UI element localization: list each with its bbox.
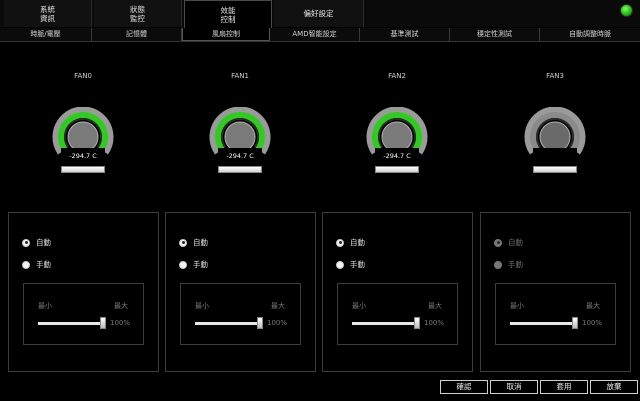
slider-handle[interactable] bbox=[572, 317, 578, 329]
fan-label: FAN2 bbox=[388, 72, 406, 80]
slider-track[interactable] bbox=[510, 322, 576, 325]
slider-track[interactable] bbox=[352, 322, 418, 325]
fan-speed-bar bbox=[218, 166, 262, 173]
auto-mode-option[interactable]: 自動 bbox=[22, 237, 51, 248]
subnav-item-auto-tune[interactable]: 自動調整時脈 bbox=[540, 28, 640, 41]
subnav-item-clock-voltage[interactable]: 時脈/電壓 bbox=[0, 28, 92, 41]
gauge-readout-bg bbox=[533, 148, 577, 158]
fan-speed-slider-box: 最小 最大 100% bbox=[180, 283, 301, 345]
tab-label-line1: 系統 bbox=[40, 4, 55, 14]
manual-label: 手動 bbox=[508, 260, 523, 269]
manual-radio[interactable] bbox=[494, 260, 502, 269]
slider-handle[interactable] bbox=[414, 317, 420, 329]
auto-mode-option[interactable]: 自動 bbox=[179, 237, 208, 248]
auto-radio[interactable] bbox=[22, 238, 30, 247]
subnav-item-benchmark[interactable]: 基準測試 bbox=[360, 28, 450, 41]
subnav-item-stability-test[interactable]: 穩定性測試 bbox=[450, 28, 540, 41]
auto-mode-option[interactable]: 自動 bbox=[494, 237, 523, 248]
auto-radio[interactable] bbox=[179, 238, 187, 247]
tab-label-line1: 偏好設定 bbox=[303, 9, 334, 18]
fan-control-panel-0: 自動 手動 最小 最大 100% bbox=[8, 212, 159, 372]
auto-mode-option[interactable]: 自動 bbox=[336, 237, 365, 248]
tab-performance-control[interactable]: 效能 控制 bbox=[184, 0, 272, 28]
cancel-button[interactable]: 取消 bbox=[490, 380, 538, 394]
fan-speed-bar bbox=[533, 166, 577, 173]
fan-speed-slider-box: 最小 最大 100% bbox=[23, 283, 144, 345]
auto-label: 自動 bbox=[508, 238, 523, 247]
auto-label: 自動 bbox=[193, 238, 208, 247]
slider-track[interactable] bbox=[195, 322, 261, 325]
manual-mode-option[interactable]: 手動 bbox=[494, 259, 523, 270]
fan-temperature: -294.7 C bbox=[69, 152, 97, 160]
fan-temperature: -294.7 C bbox=[226, 152, 254, 160]
slider-track[interactable] bbox=[38, 322, 104, 325]
gauge-hub bbox=[224, 121, 256, 153]
fan-control-panel-2: 自動 手動 最小 最大 100% bbox=[322, 212, 473, 372]
fan-speed-slider-box: 最小 最大 100% bbox=[495, 283, 616, 345]
slider-percent: 100% bbox=[110, 319, 131, 327]
max-label: 最大 bbox=[271, 302, 285, 310]
fan-gauge bbox=[524, 107, 586, 161]
manual-mode-option[interactable]: 手動 bbox=[22, 259, 51, 270]
subnav-item-fan-control[interactable]: 風扇控制 bbox=[182, 28, 270, 41]
fan-control-panel-1: 自動 手動 最小 最大 100% bbox=[165, 212, 316, 372]
manual-radio[interactable] bbox=[179, 260, 187, 269]
subnav-item-memory[interactable]: 記憶體 bbox=[92, 28, 182, 41]
manual-label: 手動 bbox=[193, 260, 208, 269]
max-label: 最大 bbox=[114, 302, 128, 310]
slider-percent: 100% bbox=[582, 319, 603, 327]
manual-mode-option[interactable]: 手動 bbox=[336, 259, 365, 270]
tab-label-line2: 監控 bbox=[130, 13, 145, 23]
slider-handle[interactable] bbox=[100, 317, 106, 329]
fan-label: FAN0 bbox=[74, 72, 92, 80]
gauge-hub bbox=[67, 121, 99, 153]
gauge-hub bbox=[539, 121, 571, 153]
fan-label: FAN1 bbox=[231, 72, 249, 80]
fan-speed-bar bbox=[61, 166, 105, 173]
min-label: 最小 bbox=[195, 302, 209, 310]
status-led-icon bbox=[620, 4, 633, 17]
fan-speed-slider-box: 最小 最大 100% bbox=[337, 283, 458, 345]
tab-preferences[interactable]: 偏好設定 bbox=[274, 0, 364, 27]
auto-label: 自動 bbox=[36, 238, 51, 247]
auto-radio[interactable] bbox=[494, 238, 502, 247]
gauge-hub bbox=[381, 121, 413, 153]
fan-label: FAN3 bbox=[546, 72, 564, 80]
fan-temperature: -294.7 C bbox=[383, 152, 411, 160]
fan-speed-bar bbox=[375, 166, 419, 173]
manual-label: 手動 bbox=[350, 260, 365, 269]
discard-button[interactable]: 放棄 bbox=[590, 380, 638, 394]
sub-navigation: 時脈/電壓 記憶體 風扇控制 AMD智能設定 基準測試 穩定性測試 自動調整時脈 bbox=[0, 28, 640, 42]
max-label: 最大 bbox=[428, 302, 442, 310]
max-label: 最大 bbox=[586, 302, 600, 310]
confirm-button[interactable]: 確認 bbox=[440, 380, 488, 394]
manual-label: 手動 bbox=[36, 260, 51, 269]
top-tab-bar: 系統 資訊 狀態 監控 效能 控制 偏好設定 bbox=[0, 0, 640, 28]
tab-label-line1: 效能 bbox=[220, 5, 236, 15]
min-label: 最小 bbox=[510, 302, 524, 310]
apply-button[interactable]: 套用 bbox=[540, 380, 588, 394]
tab-status-monitor[interactable]: 狀態 監控 bbox=[94, 0, 182, 27]
manual-radio[interactable] bbox=[22, 260, 30, 269]
auto-radio[interactable] bbox=[336, 238, 344, 247]
slider-handle[interactable] bbox=[257, 317, 263, 329]
subnav-item-amd-smart[interactable]: AMD智能設定 bbox=[270, 28, 360, 41]
min-label: 最小 bbox=[38, 302, 52, 310]
fan-control-panel-3: 自動 手動 最小 最大 100% bbox=[480, 212, 631, 372]
min-label: 最小 bbox=[352, 302, 366, 310]
slider-percent: 100% bbox=[267, 319, 288, 327]
auto-label: 自動 bbox=[350, 238, 365, 247]
tab-label-line2: 資訊 bbox=[40, 13, 55, 23]
tab-label-line1: 狀態 bbox=[130, 4, 145, 14]
slider-percent: 100% bbox=[424, 319, 445, 327]
tab-system-info[interactable]: 系統 資訊 bbox=[4, 0, 92, 27]
manual-mode-option[interactable]: 手動 bbox=[179, 259, 208, 270]
manual-radio[interactable] bbox=[336, 260, 344, 269]
tab-label-line2: 控制 bbox=[220, 14, 236, 24]
